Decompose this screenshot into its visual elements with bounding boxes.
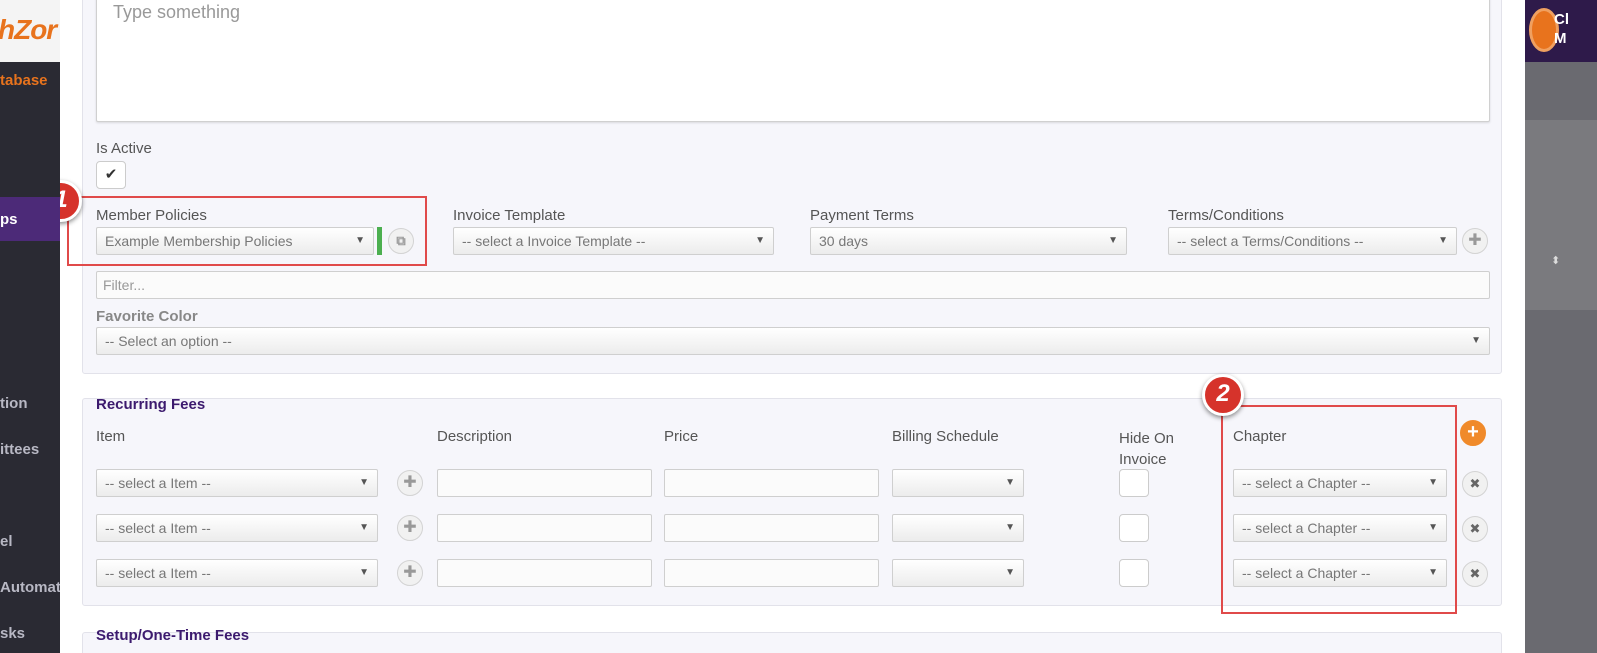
add-fee-row-button[interactable]: + [1460,420,1486,446]
sidebar-item-database[interactable]: tabase [0,72,48,89]
sidebar-item-committees[interactable]: ittees [0,441,39,458]
column-header-description: Description [437,428,513,445]
billing-schedule-select[interactable]: ▼ [892,469,1024,497]
recurring-fees-title: Recurring Fees [96,396,206,413]
close-icon: ✖ [1469,566,1481,581]
chevron-down-icon: ▼ [1005,567,1015,578]
payment-terms-label: Payment Terms [810,207,914,224]
item-select[interactable]: -- select a Item -- ▼ [96,469,378,497]
add-item-button[interactable]: ✚ [397,515,423,541]
billing-schedule-select[interactable]: ▼ [892,514,1024,542]
payment-terms-select[interactable]: 30 days ▼ [810,227,1127,255]
sidebar-item-tion[interactable]: tion [0,395,28,412]
annotation-box-chapter [1221,405,1457,614]
chevron-down-icon: ▼ [1438,235,1448,246]
description-input[interactable] [437,514,652,542]
setup-fees-title: Setup/One-Time Fees [96,627,250,644]
hide-on-invoice-checkbox[interactable] [1119,559,1149,587]
add-terms-button[interactable]: ✚ [1462,228,1488,254]
favorite-color-label: Favorite Color [96,308,198,325]
plus-icon: ✚ [403,474,417,491]
remove-row-button[interactable]: ✖ [1462,516,1488,542]
chevron-down-icon: ▼ [359,477,369,488]
item-select[interactable]: -- select a Item -- ▼ [96,559,378,587]
remove-row-button[interactable]: ✖ [1462,561,1488,587]
terms-conditions-select[interactable]: -- select a Terms/Conditions -- ▼ [1168,227,1457,255]
column-header-item: Item [96,428,126,445]
price-input[interactable] [664,469,879,497]
setup-fees-section: Setup/One-Time Fees [82,627,1502,653]
plus-icon: ✚ [1468,232,1482,249]
sidebar-item-tasks[interactable]: sks [0,625,25,642]
chevron-down-icon: ▼ [1005,477,1015,488]
price-input[interactable] [664,514,879,542]
chevron-down-icon: ▼ [755,235,765,246]
user-name[interactable]: Cl M [1554,10,1569,48]
chevron-down-icon: ▼ [1471,335,1481,346]
sidebar-item-active[interactable]: ps [0,197,60,241]
app-topbar: Cl M [1525,0,1597,62]
hide-on-invoice-checkbox[interactable] [1119,469,1149,497]
description-input[interactable] [437,559,652,587]
app-logo: hZor [0,0,60,62]
favorite-color-select[interactable]: -- Select an option -- ▼ [96,327,1490,355]
sort-icon[interactable]: ⬍ [1551,254,1560,267]
billing-schedule-select[interactable]: ▼ [892,559,1024,587]
add-item-button[interactable]: ✚ [397,560,423,586]
hide-on-invoice-checkbox[interactable] [1119,514,1149,542]
invoice-template-label: Invoice Template [453,207,566,224]
terms-conditions-label: Terms/Conditions [1168,207,1284,224]
invoice-template-select[interactable]: -- select a Invoice Template -- ▼ [453,227,774,255]
column-header-hide-on-invoice: Hide On Invoice [1119,430,1175,468]
plus-icon: ✚ [403,519,417,536]
sidebar-item-automation[interactable]: Automat [0,579,60,596]
general-section: Type something Is Active ✔ Member Polici… [82,0,1502,374]
chevron-down-icon: ▼ [1108,235,1118,246]
chevron-down-icon: ▼ [1005,522,1015,533]
plus-icon: ✚ [403,564,417,581]
edit-membership-modal: Type something Is Active ✔ Member Polici… [60,0,1525,653]
column-header-price: Price [664,428,699,445]
filter-input[interactable]: Filter... [96,271,1490,299]
close-icon: ✖ [1469,521,1481,536]
background-table-header [1525,120,1597,310]
check-icon: ✔ [104,166,118,183]
annotation-badge-2: 2 [1202,374,1244,416]
description-input[interactable] [437,469,652,497]
is-active-checkbox[interactable]: ✔ [96,161,126,189]
app-right-column: Cl M ⬍ [1525,0,1597,653]
chevron-down-icon: ▼ [359,567,369,578]
item-select[interactable]: -- select a Item -- ▼ [96,514,378,542]
close-icon: ✖ [1469,476,1481,491]
price-input[interactable] [664,559,879,587]
remove-row-button[interactable]: ✖ [1462,471,1488,497]
column-header-billing-schedule: Billing Schedule [892,428,999,445]
chevron-down-icon: ▼ [359,522,369,533]
plus-icon: + [1467,421,1479,443]
description-textarea[interactable]: Type something [96,0,1490,122]
is-active-label: Is Active [96,140,152,157]
annotation-box-member-policies [67,196,427,266]
sidebar-item-el[interactable]: el [0,533,13,550]
description-placeholder: Type something [113,2,241,22]
add-item-button[interactable]: ✚ [397,470,423,496]
app-sidebar: hZor tabase ps tion ittees el Automat sk… [0,0,60,653]
